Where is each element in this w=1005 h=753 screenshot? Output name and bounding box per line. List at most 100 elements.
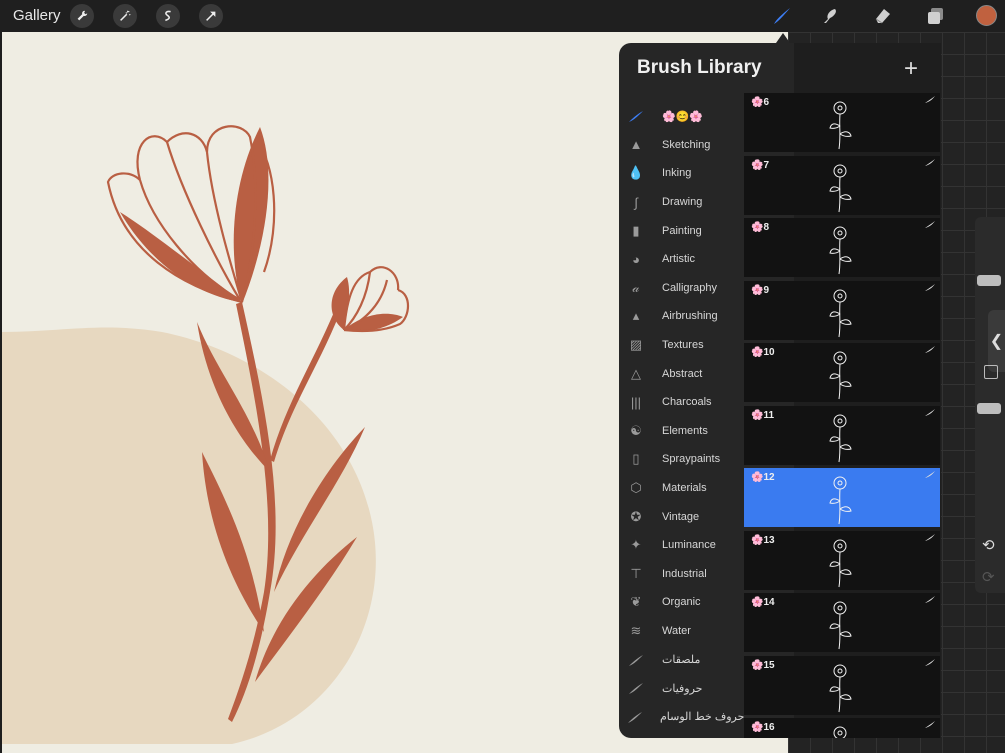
category-item[interactable]: ◕ Artistic bbox=[627, 245, 742, 274]
waves-icon: ≋ bbox=[630, 622, 642, 638]
category-label: Industrial bbox=[662, 567, 707, 580]
brush-item[interactable]: 🌸16 bbox=[744, 718, 940, 738]
category-item[interactable]: 🌸😊🌸 bbox=[627, 102, 742, 131]
spray-can-icon: ▯ bbox=[632, 451, 640, 467]
flower-stamp-preview bbox=[824, 471, 856, 525]
category-item[interactable]: ||| Charcoals bbox=[627, 388, 742, 417]
brush-library-title: Brush Library bbox=[637, 57, 762, 78]
brush-name: 🌸10 bbox=[751, 347, 775, 358]
category-label: Organic bbox=[662, 596, 701, 609]
flower-stamp-preview bbox=[824, 284, 856, 338]
category-label: Spraypaints bbox=[662, 453, 721, 466]
category-item[interactable]: ∫ Drawing bbox=[627, 188, 742, 217]
paint-brush-icon: ▮ bbox=[632, 222, 640, 238]
plus-icon[interactable]: + bbox=[904, 55, 918, 83]
brush-stroke-icon bbox=[627, 679, 645, 697]
brush-item[interactable]: 🌸9 bbox=[744, 280, 940, 340]
flower-stamp-preview bbox=[824, 346, 856, 400]
category-item[interactable]: ▨ Textures bbox=[627, 331, 742, 360]
category-item[interactable]: ▴ Airbrushing bbox=[627, 302, 742, 331]
brush-stroke-icon bbox=[627, 651, 645, 669]
category-label: Inking bbox=[662, 167, 692, 180]
flower-stamp-preview bbox=[824, 721, 856, 738]
category-item[interactable]: ▯ Spraypaints bbox=[627, 445, 742, 474]
modify-button[interactable] bbox=[984, 365, 998, 379]
petal-outline bbox=[106, 172, 243, 304]
brush-name: 🌸8 bbox=[751, 222, 770, 233]
brush-stroke-icon bbox=[925, 283, 935, 294]
redo-icon[interactable]: ⟳ bbox=[982, 568, 995, 586]
category-label: Textures bbox=[662, 339, 704, 352]
category-item[interactable]: ≋ Water bbox=[627, 617, 742, 646]
brush-name: 🌸15 bbox=[751, 659, 775, 671]
pencil-tip-icon: ▲ bbox=[629, 137, 643, 153]
category-item[interactable]: حروفيات bbox=[627, 674, 742, 703]
leaf-icon: ❦ bbox=[630, 594, 642, 610]
category-label: Calligraphy bbox=[662, 281, 718, 294]
sidebar-toggle-chevron-icon[interactable]: ❮ bbox=[988, 310, 1005, 372]
brush-item[interactable]: 🌸12 bbox=[744, 468, 940, 527]
category-label: حروفيات bbox=[662, 682, 703, 695]
category-item[interactable]: △ Abstract bbox=[627, 359, 742, 388]
brush-item[interactable]: 🌸14 bbox=[744, 593, 940, 652]
flower-stamp-preview bbox=[824, 159, 856, 213]
category-label: Vintage bbox=[662, 510, 700, 523]
flower-stamp-preview bbox=[824, 534, 856, 588]
brush-size-slider[interactable] bbox=[977, 275, 1001, 286]
brush-stroke-icon bbox=[925, 158, 935, 169]
brush-item[interactable]: 🌸15 bbox=[744, 655, 940, 715]
category-label: Charcoals bbox=[662, 396, 712, 409]
category-item[interactable]: ⬡ Materials bbox=[627, 474, 742, 503]
charcoal-icon: ||| bbox=[630, 394, 642, 410]
wrench-icon[interactable] bbox=[70, 4, 94, 28]
gallery-button[interactable]: Gallery bbox=[13, 7, 61, 24]
brush-item[interactable]: 🌸13 bbox=[744, 530, 940, 590]
category-item[interactable]: ✦ Luminance bbox=[627, 531, 742, 560]
category-item[interactable]: ▲ Sketching bbox=[627, 131, 742, 160]
category-label: Artistic bbox=[662, 253, 695, 266]
yin-yang-icon: ☯ bbox=[630, 422, 642, 438]
category-item[interactable]: 𝒶 Calligraphy bbox=[627, 274, 742, 303]
opacity-slider[interactable] bbox=[977, 403, 1001, 414]
brush-item[interactable]: 🌸11 bbox=[744, 405, 940, 465]
transform-arrow-icon[interactable] bbox=[199, 4, 223, 28]
cube-icon: ⬡ bbox=[630, 480, 642, 496]
color-picker-swatch[interactable] bbox=[976, 5, 997, 26]
brush-stroke-icon bbox=[627, 708, 643, 726]
category-label: Materials bbox=[662, 482, 707, 495]
brush-stroke-icon bbox=[627, 107, 645, 125]
category-label: Painting bbox=[662, 224, 702, 237]
popover-arrow bbox=[776, 33, 790, 43]
category-item[interactable]: ملصقات bbox=[627, 645, 742, 674]
category-label: Drawing bbox=[662, 196, 703, 209]
magic-wand-icon[interactable] bbox=[113, 4, 137, 28]
category-item[interactable]: ▮ Painting bbox=[627, 216, 742, 245]
brush-name: 🌸6 bbox=[751, 97, 770, 108]
sparkle-icon: ✦ bbox=[630, 537, 642, 553]
brush-tool-icon[interactable] bbox=[771, 5, 793, 27]
category-item[interactable]: ✪ Vintage bbox=[627, 502, 742, 531]
flower-stamp-preview bbox=[824, 221, 856, 275]
layers-icon[interactable] bbox=[924, 5, 946, 27]
category-item[interactable]: حروف خط الوسام bbox=[627, 702, 744, 731]
star-badge-icon: ✪ bbox=[630, 508, 642, 524]
triangle-icon: △ bbox=[631, 365, 641, 381]
category-label: Elements bbox=[662, 424, 708, 437]
category-label: Airbrushing bbox=[662, 310, 718, 323]
brush-item[interactable]: 🌸8 bbox=[744, 218, 940, 277]
smudge-tool-icon[interactable] bbox=[820, 5, 842, 27]
brush-item[interactable]: 🌸7 bbox=[744, 155, 940, 215]
brush-item[interactable]: 🌸6 bbox=[744, 93, 940, 152]
selection-icon[interactable] bbox=[156, 4, 180, 28]
brush-item[interactable]: 🌸10 bbox=[744, 343, 940, 402]
category-item[interactable]: ☯ Elements bbox=[627, 417, 742, 446]
category-item[interactable]: 💧 Inking bbox=[627, 159, 742, 188]
eraser-tool-icon[interactable] bbox=[872, 5, 894, 27]
undo-icon[interactable]: ⟲ bbox=[982, 536, 995, 554]
category-label: Abstract bbox=[662, 367, 703, 380]
category-item[interactable]: ⊤ Industrial bbox=[627, 560, 742, 589]
category-item[interactable]: ❦ Organic bbox=[627, 588, 742, 617]
ink-drop-icon: 💧 bbox=[627, 165, 645, 181]
flower-stamp-preview bbox=[824, 409, 856, 463]
brush-name: 🌸13 bbox=[751, 534, 775, 546]
